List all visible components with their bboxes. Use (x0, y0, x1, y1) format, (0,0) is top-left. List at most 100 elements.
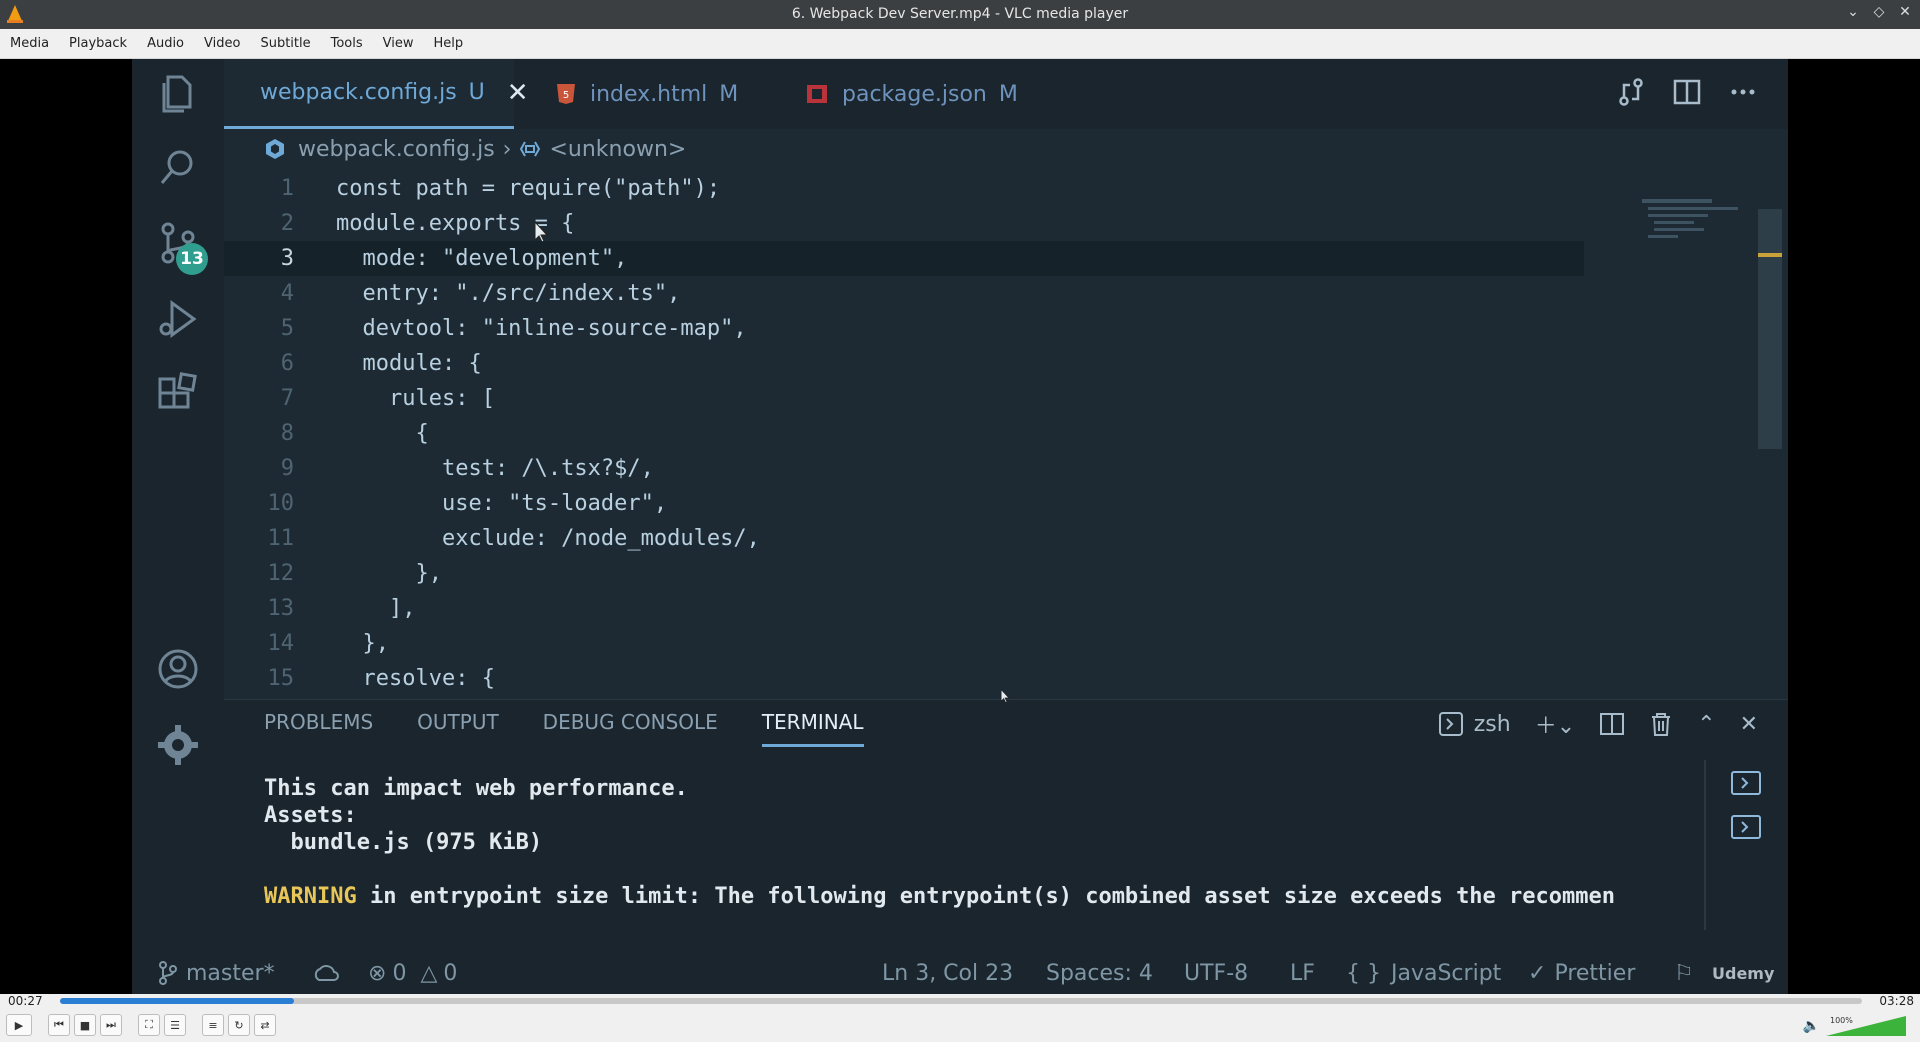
menu-video[interactable]: Video (194, 36, 250, 51)
code-line[interactable]: 6 module: { (224, 346, 1584, 381)
settings-gear-icon (158, 725, 198, 765)
encoding[interactable]: UTF-8 (1184, 961, 1248, 986)
more-actions-icon[interactable] (1728, 77, 1758, 107)
code-line[interactable]: 2 module.exports = { (224, 206, 1584, 241)
mouse-cursor-icon (534, 221, 548, 243)
terminal-output[interactable]: This can impact web performance. Assets:… (264, 775, 1615, 910)
line-number: 9 (280, 456, 294, 481)
account-icon (158, 649, 198, 689)
minimize-icon[interactable]: ⌄ (1844, 4, 1862, 20)
terminal-instance-icon[interactable] (1730, 814, 1762, 840)
breadcrumb-file[interactable]: webpack.config.js (298, 137, 495, 162)
tab-close-icon[interactable]: ✕ (507, 78, 529, 108)
seek-slider[interactable] (60, 998, 1862, 1004)
code-line[interactable]: 12 }, (224, 556, 1584, 591)
cursor-position[interactable]: Ln 3, Col 23 (882, 961, 1013, 986)
breadcrumb-symbol[interactable]: <unknown> (549, 137, 686, 162)
volume-slider[interactable]: 100% (1826, 1014, 1906, 1038)
code-text: const path = require("path"); (336, 176, 721, 201)
tab-label: package.json (842, 81, 987, 107)
tab-status: M (719, 81, 739, 107)
code-text: }, (336, 631, 389, 656)
speaker-icon[interactable]: 🔈 (1803, 1018, 1820, 1034)
elapsed-time[interactable]: 00:27 (8, 994, 43, 1008)
next-button[interactable]: ⏭ (100, 1014, 122, 1036)
feedback-icon[interactable]: ⚐ (1674, 961, 1694, 986)
new-terminal-icon[interactable]: ＋⌄ (1535, 708, 1575, 740)
tab-debug-console[interactable]: DEBUG CONSOLE (543, 710, 718, 747)
code-text: use: "ts-loader", (336, 491, 668, 516)
code-line[interactable]: 4 entry: "./src/index.ts", (224, 276, 1584, 311)
tab-problems[interactable]: PROBLEMS (264, 710, 373, 747)
line-number: 5 (280, 316, 294, 341)
prettier-status[interactable]: ✓ Prettier (1528, 961, 1635, 986)
editor-scrollbar[interactable] (1758, 209, 1782, 449)
shell-name: zsh (1473, 711, 1511, 737)
menu-playback[interactable]: Playback (59, 36, 137, 51)
menu-view[interactable]: View (373, 36, 424, 51)
symbol-variable-icon (520, 141, 541, 157)
code-line[interactable]: 1 const path = require("path"); (224, 171, 1584, 206)
split-editor-icon[interactable] (1672, 77, 1702, 107)
code-editor[interactable]: 1 const path = require("path"); 2 module.ex… (224, 169, 1624, 695)
close-panel-icon[interactable]: ✕ (1740, 712, 1758, 737)
terminal-instance-icon[interactable] (1730, 770, 1762, 796)
stop-button[interactable]: ■ (74, 1014, 96, 1036)
code-line[interactable]: 15 resolve: { (224, 661, 1584, 695)
code-line[interactable]: 8 { (224, 416, 1584, 451)
branch-indicator[interactable]: master* (158, 961, 275, 986)
menu-media[interactable]: Media (0, 36, 59, 51)
sync-cloud-icon[interactable] (312, 962, 340, 984)
video-surface[interactable]: 13 webpack.config.js U ✕ 5 index.html M … (0, 59, 1920, 994)
problems-indicator[interactable]: ⊗ 0 △ 0 (368, 961, 457, 986)
shuffle-button[interactable]: ⇄ (254, 1014, 276, 1036)
scm-badge: 13 (176, 243, 208, 275)
code-line[interactable]: 11 exclude: /node_modules/, (224, 521, 1584, 556)
split-terminal-icon[interactable] (1599, 711, 1625, 737)
code-line[interactable]: 14 }, (224, 626, 1584, 661)
maximize-icon[interactable]: ◇ (1870, 4, 1888, 20)
menu-help[interactable]: Help (424, 36, 474, 51)
git-branch-icon (159, 961, 177, 985)
open-changes-icon[interactable] (1616, 77, 1646, 107)
tab-package-json[interactable]: package.json M (784, 59, 1044, 129)
code-line[interactable]: 10 use: "ts-loader", (224, 486, 1584, 521)
menu-subtitle[interactable]: Subtitle (250, 36, 320, 51)
vscode-window: 13 webpack.config.js U ✕ 5 index.html M … (132, 59, 1788, 994)
terminal-line: This can impact web performance. (264, 776, 688, 801)
indentation[interactable]: Spaces: 4 (1046, 961, 1153, 986)
playlist-button[interactable]: ≡ (202, 1014, 224, 1036)
menu-audio[interactable]: Audio (137, 36, 194, 51)
maximize-panel-icon[interactable]: ⌃ (1697, 712, 1715, 737)
braces-icon: { } (1346, 960, 1381, 986)
code-line[interactable]: 13 ], (224, 591, 1584, 626)
tab-status: M (998, 81, 1018, 107)
language-mode[interactable]: { } JavaScript (1346, 961, 1501, 986)
tab-webpack-config[interactable]: webpack.config.js U ✕ (224, 59, 529, 129)
code-line[interactable]: 9 test: /\.tsx?$/, (224, 451, 1584, 486)
svg-text:5: 5 (563, 90, 569, 101)
code-line[interactable]: 7 rules: [ (224, 381, 1584, 416)
menu-tools[interactable]: Tools (321, 36, 373, 51)
extended-settings-button[interactable]: ☰ (164, 1014, 186, 1036)
terminal-list (1704, 760, 1788, 930)
terminal-shell-selector[interactable]: zsh (1438, 711, 1511, 737)
terminal-line: Assets: (264, 803, 357, 828)
end-of-line[interactable]: LF (1290, 961, 1315, 986)
html5-icon: 5 (557, 84, 575, 104)
code-line[interactable]: 3 mode: "development", (224, 241, 1584, 276)
tab-output[interactable]: OUTPUT (417, 710, 499, 747)
warning-icon: △ (420, 960, 438, 986)
trash-icon[interactable] (1649, 711, 1673, 737)
code-line[interactable]: 5 devtool: "inline-source-map", (224, 311, 1584, 346)
loop-button[interactable]: ↻ (228, 1014, 250, 1036)
play-button[interactable]: ▶ (6, 1014, 32, 1036)
fullscreen-button[interactable]: ⛶ (138, 1014, 160, 1036)
close-icon[interactable]: ✕ (1896, 4, 1914, 20)
tab-index-html[interactable]: 5 index.html M (534, 59, 774, 129)
total-time[interactable]: 03:28 (1879, 994, 1914, 1008)
breadcrumb-separator-icon: › (502, 136, 512, 162)
line-number: 12 (267, 561, 295, 586)
tab-terminal[interactable]: TERMINAL (761, 710, 864, 747)
previous-button[interactable]: ⏮ (48, 1014, 70, 1036)
